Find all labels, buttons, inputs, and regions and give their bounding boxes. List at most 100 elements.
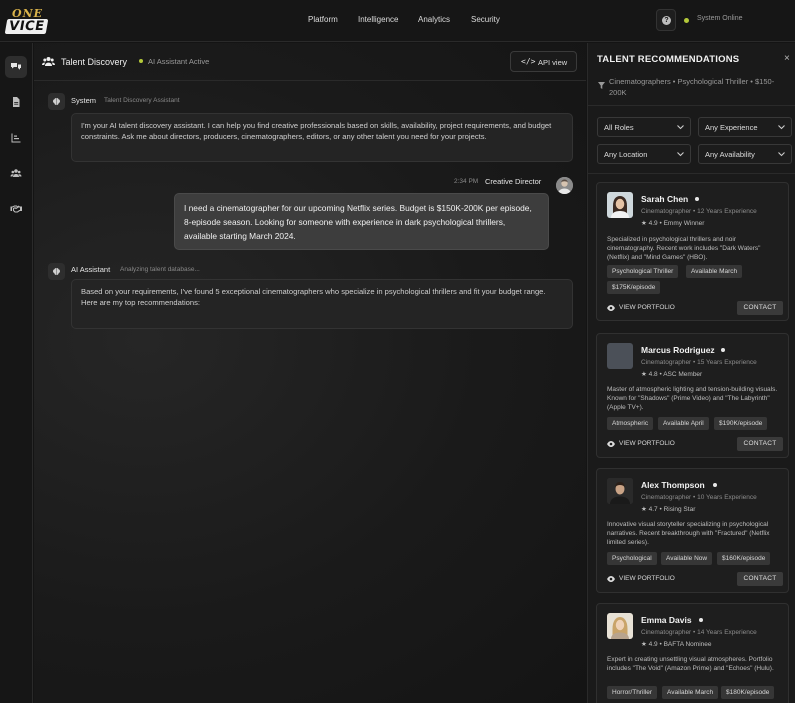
system-message-bubble: I'm your AI talent discovery assistant. … <box>71 113 573 162</box>
star-icon: ★ <box>641 220 649 227</box>
talent-card[interactable]: Sarah Chen Cinematographer • 12 Years Ex… <box>596 182 789 321</box>
talent-photo <box>607 343 633 369</box>
filter-summary: Cinematographers • Psychological Thrille… <box>609 77 775 97</box>
api-view-label: API view <box>538 58 568 67</box>
help-button[interactable]: ? <box>656 9 676 31</box>
talent-tag: Psychological <box>607 552 657 565</box>
talent-description: Expert in creating unsettling visual atm… <box>607 656 774 672</box>
online-status-dot <box>699 618 703 622</box>
sidebar-deals-button[interactable] <box>5 198 27 220</box>
contact-button[interactable]: CONTACT <box>737 301 783 315</box>
user-avatar <box>556 177 573 194</box>
api-view-button[interactable]: </> API view <box>510 51 577 72</box>
experience-filter-select[interactable]: Any Experience <box>698 117 792 137</box>
user-message-bubble: I need a cinematographer for our upcomin… <box>174 193 549 250</box>
talent-name: Emma Davis <box>641 615 692 625</box>
ai-message-bubble: Based on your requirements, I've found 5… <box>71 279 573 329</box>
message-sender: AI Assistant <box>71 265 111 274</box>
talent-card[interactable]: Marcus Rodriguez Cinematographer • 15 Ye… <box>596 333 789 458</box>
talent-name: Sarah Chen <box>641 194 689 204</box>
system-status-text: System Online <box>697 15 743 22</box>
nav-intelligence[interactable]: Intelligence <box>358 15 398 24</box>
talent-photo <box>607 478 633 504</box>
brain-icon <box>53 98 60 105</box>
nav-analytics[interactable]: Analytics <box>418 15 450 24</box>
talent-tag: $160K/episode <box>717 552 771 565</box>
talent-tag: Psychological Thriller <box>607 265 679 278</box>
system-status-dot <box>684 18 689 23</box>
contact-button[interactable]: CONTACT <box>737 437 783 451</box>
contact-button[interactable]: CONTACT <box>737 572 783 586</box>
message-sender: System <box>71 96 97 105</box>
chevron-down-icon <box>677 125 684 130</box>
talent-meta: Cinematographer • 15 Years Experience <box>641 359 757 366</box>
chat-area: Talent Discovery AI Assistant Active </>… <box>34 43 586 703</box>
chat-header: Talent Discovery AI Assistant Active </>… <box>34 43 586 81</box>
talent-meta: Cinematographer • 14 Years Experience <box>641 629 757 636</box>
handshake-icon <box>10 205 22 213</box>
system-avatar <box>48 93 65 110</box>
talent-photo <box>607 613 633 639</box>
star-icon: ★ <box>641 506 649 513</box>
message-sender-subtitle: Talent Discovery Assistant <box>104 97 180 104</box>
talent-tag: Horror/Thriller <box>607 686 658 699</box>
talent-rating: ★ 4.9 • Emmy Winner <box>641 220 705 227</box>
star-icon: ★ <box>641 641 649 648</box>
top-navigation-bar: ONE VICE Platform Intelligence Analytics… <box>0 0 795 42</box>
talent-photo <box>607 192 633 218</box>
users-icon <box>10 169 22 177</box>
talent-description: Specialized in psychological thrillers a… <box>607 236 761 261</box>
close-panel-button[interactable]: × <box>784 53 790 64</box>
users-icon <box>42 57 55 66</box>
talent-meta: Cinematographer • 10 Years Experience <box>641 494 757 501</box>
person-photo-icon <box>556 177 573 194</box>
talent-tag: Available April <box>658 417 709 430</box>
divider <box>588 173 795 174</box>
talent-recommendations-panel: TALENT RECOMMENDATIONS × Cinematographer… <box>587 43 795 703</box>
nav-platform[interactable]: Platform <box>308 15 338 24</box>
logo-vice-text: VICE <box>4 19 49 34</box>
view-portfolio-link[interactable]: VIEW PORTFOLIO <box>607 575 675 582</box>
talent-tag: Available March <box>686 265 743 278</box>
filter-icon <box>598 82 605 89</box>
online-status-dot <box>695 197 699 201</box>
location-filter-value: Any Location <box>604 150 648 159</box>
talent-rating: ★ 4.7 • Rising Star <box>641 506 696 513</box>
eye-icon <box>607 441 615 447</box>
sidebar-chat-button[interactable] <box>5 56 27 78</box>
message-timestamp: 2:34 PM <box>454 178 479 185</box>
portrait-woman-icon <box>607 613 633 639</box>
talent-rating: ★ 4.8 • ASC Member <box>641 371 703 378</box>
divider <box>588 105 795 106</box>
talent-description: Master of atmospheric lighting and tensi… <box>607 386 778 411</box>
star-icon: ★ <box>641 371 649 378</box>
portrait-man-icon <box>607 478 633 504</box>
talent-tag: Available March <box>662 686 719 699</box>
code-icon: </> <box>521 57 536 66</box>
view-portfolio-link[interactable]: VIEW PORTFOLIO <box>607 440 675 447</box>
sidebar-analytics-button[interactable] <box>5 127 27 149</box>
message-sender: Creative Director <box>485 177 542 186</box>
role-filter-select[interactable]: All Roles <box>597 117 691 137</box>
one-vice-logo[interactable]: ONE VICE <box>4 7 56 37</box>
panel-title: TALENT RECOMMENDATIONS <box>597 54 740 65</box>
view-portfolio-link[interactable]: VIEW PORTFOLIO <box>607 304 675 311</box>
sidebar-documents-button[interactable] <box>5 91 27 113</box>
bar-chart-icon <box>11 133 21 143</box>
availability-filter-select[interactable]: Any Availability <box>698 144 792 164</box>
sidebar-team-button[interactable] <box>5 162 27 184</box>
talent-tag: $180K/episode <box>721 686 775 699</box>
nav-security[interactable]: Security <box>471 15 500 24</box>
left-sidebar <box>0 43 33 703</box>
location-filter-select[interactable]: Any Location <box>597 144 691 164</box>
chat-bubbles-icon <box>11 63 21 70</box>
talent-card[interactable]: Alex Thompson Cinematographer • 10 Years… <box>596 468 789 593</box>
talent-card[interactable]: Emma Davis Cinematographer • 14 Years Ex… <box>596 603 789 703</box>
eye-icon <box>607 305 615 311</box>
question-icon: ? <box>662 16 671 25</box>
availability-filter-value: Any Availability <box>705 150 755 159</box>
talent-name: Alex Thompson <box>641 480 705 490</box>
message-sender-subtitle: Analyzing talent database... <box>120 266 200 273</box>
ai-assistant-avatar <box>48 263 65 280</box>
talent-name: Marcus Rodriguez <box>641 345 715 355</box>
